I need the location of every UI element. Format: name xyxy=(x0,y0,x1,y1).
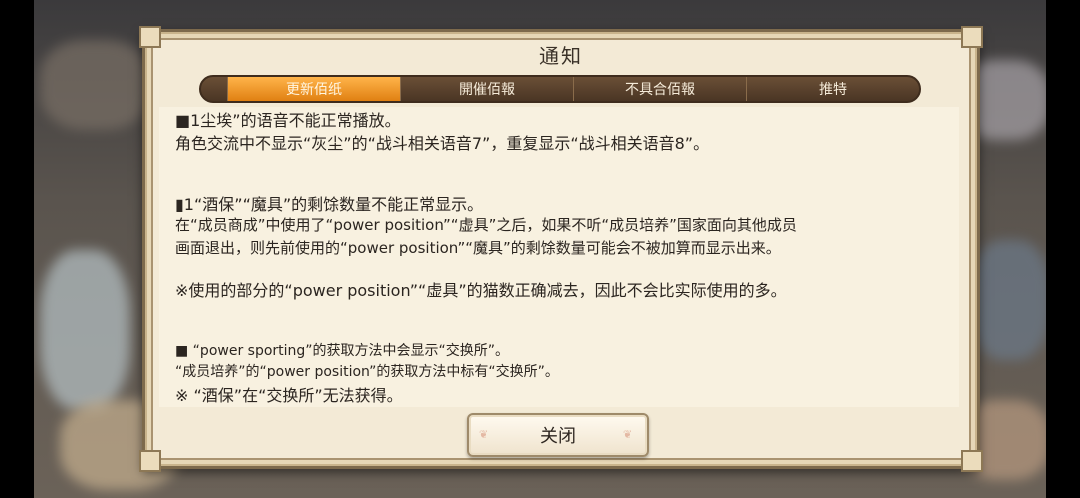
letterbox-left xyxy=(0,0,34,498)
ornament-icon: ❦ xyxy=(479,428,489,441)
tab-event-notice[interactable]: 開催佰報 xyxy=(400,77,573,101)
section-text: 画面退出，则先前使用的“power position”“魔具”的剩馀数量可能会不… xyxy=(175,239,781,257)
background-scenery xyxy=(970,240,1050,360)
tab-update-notice[interactable]: 更新佰纸 xyxy=(227,77,400,101)
dialog-title: 通知 xyxy=(539,44,583,68)
letterbox-right xyxy=(1046,0,1080,498)
background-scenery xyxy=(40,250,130,410)
frame-corner xyxy=(961,450,983,472)
tab-bar-cap xyxy=(201,77,227,101)
close-button-label: 关闭 xyxy=(540,426,576,447)
close-button[interactable]: ❦ 关闭 ❦ xyxy=(467,413,649,457)
section-heading: ■1尘埃”的语音不能正常播放。 xyxy=(175,111,401,130)
tab-bug-notice[interactable]: 不具合佰報 xyxy=(573,77,746,101)
section-heading: ▮1“酒保”“魔具”的剩馀数量不能正常显示。 xyxy=(175,195,484,214)
notice-tab-bar: 更新佰纸 開催佰報 不具合佰報 推特 xyxy=(199,75,921,103)
game-screen: 通知 更新佰纸 開催佰報 不具合佰報 推特 ■1尘埃”的语音不能正常播放。 角色… xyxy=(0,0,1080,498)
tab-twitter[interactable]: 推特 xyxy=(746,77,919,101)
section-note: ※使用的部分的“power position”“虚具”的猫数正确减去，因此不会比… xyxy=(175,281,787,300)
section-text: “成员培养”的“power position”的获取方法中标有“交换所”。 xyxy=(175,364,559,380)
section-note: ※ “酒保”在“交换所”无法获得。 xyxy=(175,386,403,405)
notice-content[interactable]: ■1尘埃”的语音不能正常播放。 角色交流中不显示“灰尘”的“战斗相关语音7”，重… xyxy=(159,107,959,407)
section-text: 角色交流中不显示“灰尘”的“战斗相关语音7”，重复显示“战斗相关语音8”。 xyxy=(175,134,710,153)
notice-dialog: 通知 更新佰纸 開催佰報 不具合佰報 推特 ■1尘埃”的语音不能正常播放。 角色… xyxy=(139,26,983,472)
ornament-icon: ❦ xyxy=(623,428,633,441)
background-scenery xyxy=(40,40,150,130)
section-text: 在“成员商成”中使用了“power position”“虚具”之后，如果不听“成… xyxy=(175,216,797,234)
frame-corner xyxy=(139,450,161,472)
section-heading: ■ “power sporting”的获取方法中会显示“交换所”。 xyxy=(175,343,510,359)
